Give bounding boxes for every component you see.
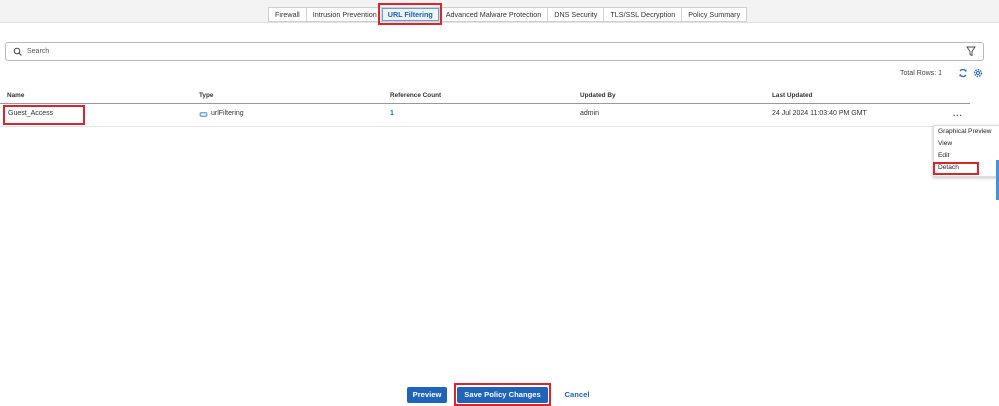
preview-button[interactable]: Preview xyxy=(407,387,447,403)
row-name: Guest_Access xyxy=(8,110,54,117)
menu-item-detach[interactable]: Detach xyxy=(934,162,999,174)
table-header: Name Type Reference Count Updated By Las… xyxy=(0,88,970,104)
column-header-updated-by[interactable]: Updated By xyxy=(580,88,616,103)
save-policy-changes-button[interactable]: Save Policy Changes xyxy=(457,387,548,403)
tab-advanced-malware-protection[interactable]: Advanced Malware Protection xyxy=(440,8,549,21)
filter-icon[interactable] xyxy=(966,46,976,57)
search-bar[interactable]: Search xyxy=(5,42,984,61)
tab-intrusion-prevention[interactable]: Intrusion Prevention xyxy=(307,8,382,21)
row-type: urlFiltering xyxy=(211,110,244,117)
menu-item-view[interactable]: View xyxy=(934,138,999,150)
tab-policy-summary[interactable]: Policy Summary xyxy=(682,8,746,21)
top-bar: Firewall Intrusion Prevention URL Filter… xyxy=(0,0,999,23)
column-header-name[interactable]: Name xyxy=(7,88,24,103)
column-header-last-updated[interactable]: Last Updated xyxy=(772,88,812,103)
menu-item-edit[interactable]: Edit xyxy=(934,150,999,162)
total-rows: Total Rows: 1 xyxy=(899,70,942,77)
column-header-type[interactable]: Type xyxy=(199,88,213,103)
tab-dns-security[interactable]: DNS Security xyxy=(548,8,605,21)
search-icon xyxy=(13,47,22,56)
table-row[interactable]: Guest_Access urlFiltering 1 admin 24 Jul… xyxy=(0,104,970,127)
gear-icon[interactable] xyxy=(972,67,984,79)
row-updated-by: admin xyxy=(580,110,600,117)
tab-tls-ssl-decryption[interactable]: TLS/SSL Decryption xyxy=(604,8,683,21)
cancel-button[interactable]: Cancel xyxy=(558,387,596,403)
tab-url-filtering[interactable]: URL Filtering xyxy=(381,8,440,21)
row-last-updated: 24 Jul 2024 11:03:40 PM GMT xyxy=(772,110,867,117)
refresh-icon[interactable] xyxy=(957,67,969,79)
menu-item-graphical-preview[interactable]: Graphical Preview xyxy=(934,126,999,138)
context-menu: Graphical Preview View Edit Detach xyxy=(933,125,999,177)
url-filtering-icon xyxy=(199,112,208,117)
column-header-reference-count[interactable]: Reference Count xyxy=(390,88,441,103)
more-actions-icon[interactable]: ... xyxy=(953,104,963,124)
tab-firewall[interactable]: Firewall xyxy=(269,8,307,21)
row-reference-count[interactable]: 1 xyxy=(390,104,394,124)
policy-tabs: Firewall Intrusion Prevention URL Filter… xyxy=(268,7,748,22)
search-input[interactable]: Search xyxy=(27,43,49,60)
